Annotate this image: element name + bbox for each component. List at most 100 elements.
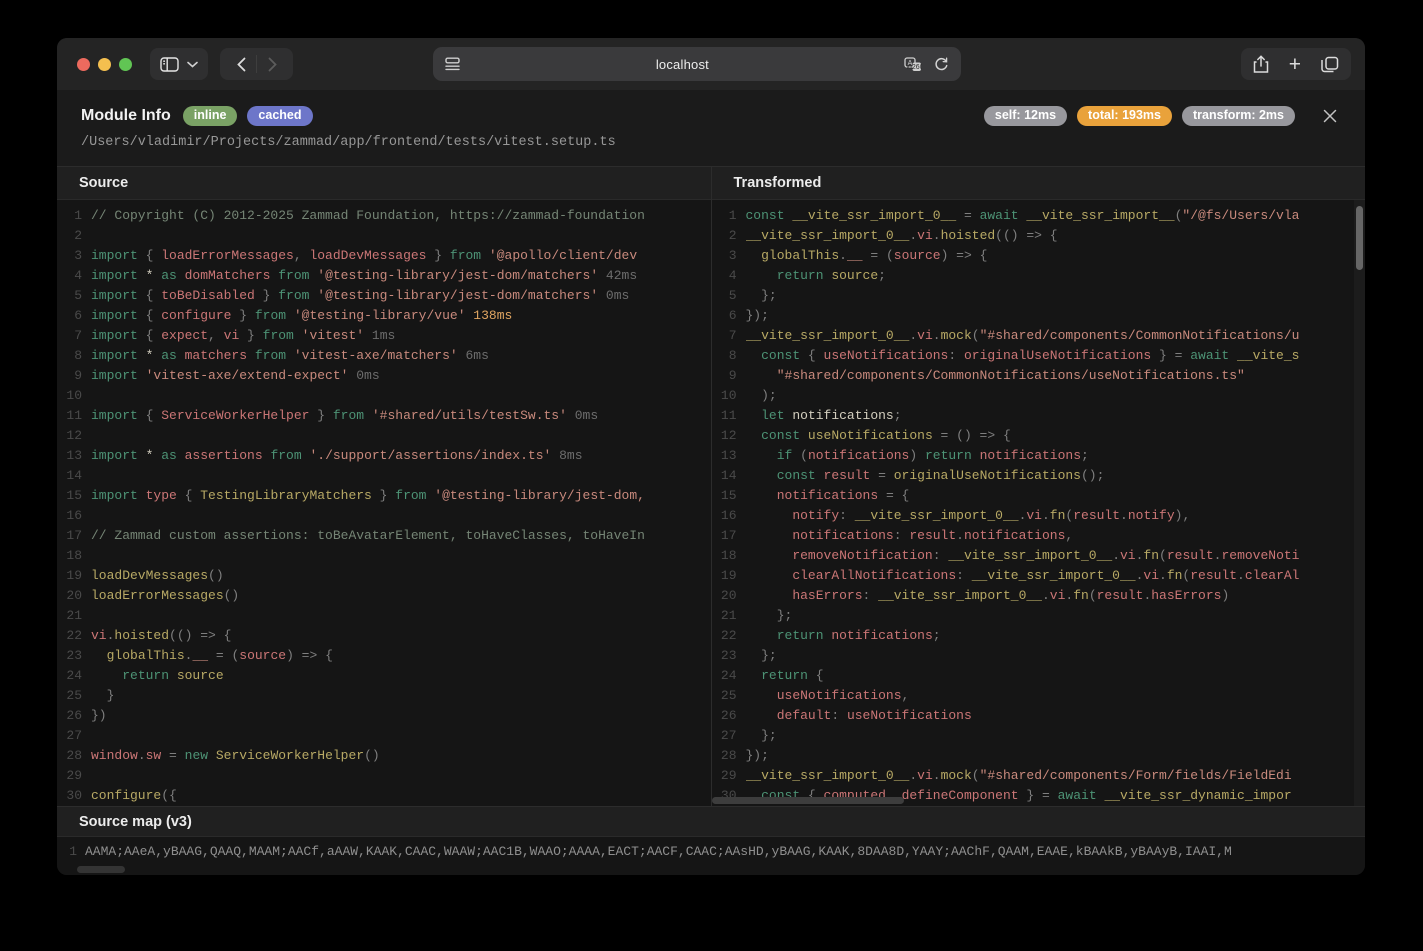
code-line: 16 notify: __vite_ssr_import_0__.vi.fn(r…: [712, 506, 1366, 526]
code-line: 10 );: [712, 386, 1366, 406]
chevron-down-icon: [187, 61, 198, 68]
traffic-lights: [77, 58, 132, 71]
transform-time-badge: transform: 2ms: [1182, 106, 1295, 126]
reader-icon[interactable]: [445, 57, 461, 71]
transformed-panel-title: Transformed: [712, 167, 1366, 200]
tab-overview-icon[interactable]: [1321, 56, 1339, 73]
nav-buttons: [220, 48, 293, 80]
code-line: 28});: [712, 746, 1366, 766]
code-line: 9import 'vitest-axe/extend-expect' 0ms: [57, 366, 711, 386]
code-line: 8 const { useNotifications: originalUseN…: [712, 346, 1366, 366]
sourcemap-title: Source map (v3): [57, 806, 1365, 837]
forward-button[interactable]: [257, 50, 287, 78]
code-line: 27: [57, 726, 711, 746]
reload-icon[interactable]: [934, 57, 949, 72]
code-line: 5import { toBeDisabled } from '@testing-…: [57, 286, 711, 306]
code-line: 18: [57, 546, 711, 566]
code-line: 23 globalThis.__ = (source) => {: [57, 646, 711, 666]
code-line: 9 "#shared/components/CommonNotification…: [712, 366, 1366, 386]
horizontal-scrollbar-thumb[interactable]: [712, 797, 904, 804]
page-title: Module Info: [81, 107, 171, 125]
code-line: 12: [57, 426, 711, 446]
code-line: 1// Copyright (C) 2012-2025 Zammad Found…: [57, 206, 711, 226]
zoom-window-button[interactable]: [119, 58, 132, 71]
code-line: 13 if (notifications) return notificatio…: [712, 446, 1366, 466]
new-tab-icon[interactable]: +: [1289, 54, 1301, 75]
cached-badge: cached: [247, 106, 312, 126]
code-line: 12 const useNotifications = () => {: [712, 426, 1366, 446]
code-line: 21 };: [712, 606, 1366, 626]
code-line: 20loadErrorMessages(): [57, 586, 711, 606]
code-line: 22vi.hoisted(() => {: [57, 626, 711, 646]
code-line: 6import { configure } from '@testing-lib…: [57, 306, 711, 326]
code-line: 2__vite_ssr_import_0__.vi.hoisted(() => …: [712, 226, 1366, 246]
code-line: 7__vite_ssr_import_0__.vi.mock("#shared/…: [712, 326, 1366, 346]
url-text: localhost: [461, 57, 904, 72]
close-panel-button[interactable]: [1319, 105, 1341, 127]
module-info-bar: Module Info inline cached self: 12ms tot…: [57, 90, 1365, 166]
code-line: 6});: [712, 306, 1366, 326]
code-line: 15 notifications = {: [712, 486, 1366, 506]
code-line: 19 clearAllNotifications: __vite_ssr_imp…: [712, 566, 1366, 586]
code-line: 25 }: [57, 686, 711, 706]
code-line: 26}): [57, 706, 711, 726]
code-line: 3 globalThis.__ = (source) => {: [712, 246, 1366, 266]
back-button[interactable]: [226, 50, 256, 78]
inline-badge: inline: [183, 106, 238, 126]
close-window-button[interactable]: [77, 58, 90, 71]
sourcemap-view[interactable]: 1 AAMA;AAeA,yBAAG,QAAQ,MAAM;AACf,aAAW,KA…: [57, 837, 1365, 875]
toolbar-right-buttons: +: [1241, 48, 1351, 80]
total-time-badge: total: 193ms: [1077, 106, 1172, 126]
transformed-code-view[interactable]: 1const __vite_ssr_import_0__ = await __v…: [712, 200, 1366, 806]
code-line: 26 default: useNotifications: [712, 706, 1366, 726]
code-line: 2: [57, 226, 711, 246]
code-line: 23 };: [712, 646, 1366, 666]
address-bar[interactable]: localhost A \u2605: [433, 47, 961, 81]
source-code-view[interactable]: 1// Copyright (C) 2012-2025 Zammad Found…: [57, 200, 711, 806]
code-line: 14 const result = originalUseNotificatio…: [712, 466, 1366, 486]
code-line: 1const __vite_ssr_import_0__ = await __v…: [712, 206, 1366, 226]
code-line: 10: [57, 386, 711, 406]
code-line: 4import * as domMatchers from '@testing-…: [57, 266, 711, 286]
code-line: 24 return source: [57, 666, 711, 686]
code-line: 11import { ServiceWorkerHelper } from '#…: [57, 406, 711, 426]
module-file-path: /Users/vladimir/Projects/zammad/app/fron…: [81, 135, 1341, 150]
svg-text:\u2605: \u2605: [906, 64, 922, 71]
code-line: 20 hasErrors: __vite_ssr_import_0__.vi.f…: [712, 586, 1366, 606]
code-line: 8import * as matchers from 'vitest-axe/m…: [57, 346, 711, 366]
translate-icon[interactable]: A \u2605: [904, 57, 922, 72]
vertical-scrollbar-thumb[interactable]: [1356, 206, 1363, 270]
code-line: 27 };: [712, 726, 1366, 746]
code-line: 30configure({: [57, 786, 711, 806]
code-line: 17 notifications: result.notifications,: [712, 526, 1366, 546]
code-line: 25 useNotifications,: [712, 686, 1366, 706]
minimize-window-button[interactable]: [98, 58, 111, 71]
code-line: 3import { loadErrorMessages, loadDevMess…: [57, 246, 711, 266]
code-line: 5 };: [712, 286, 1366, 306]
code-line: 11 let notifications;: [712, 406, 1366, 426]
code-line: 19loadDevMessages(): [57, 566, 711, 586]
code-line: 16: [57, 506, 711, 526]
vertical-scrollbar-track[interactable]: [1354, 200, 1365, 806]
code-line: 18 removeNotification: __vite_ssr_import…: [712, 546, 1366, 566]
source-panel: Source 1// Copyright (C) 2012-2025 Zamma…: [57, 167, 711, 806]
code-line: 28window.sw = new ServiceWorkerHelper(): [57, 746, 711, 766]
source-panel-title: Source: [57, 167, 711, 200]
code-line: 14: [57, 466, 711, 486]
browser-toolbar: localhost A \u2605: [57, 38, 1365, 90]
sidebar-toggle-button[interactable]: [150, 48, 208, 80]
code-line: 13import * as assertions from './support…: [57, 446, 711, 466]
sidebar-icon: [160, 57, 179, 72]
code-line: 21: [57, 606, 711, 626]
code-line: 24 return {: [712, 666, 1366, 686]
self-time-badge: self: 12ms: [984, 106, 1067, 126]
code-line: 7import { expect, vi } from 'vitest' 1ms: [57, 326, 711, 346]
sourcemap-scrollbar-thumb[interactable]: [77, 866, 125, 873]
code-line: 15import type { TestingLibraryMatchers }…: [57, 486, 711, 506]
share-icon[interactable]: [1253, 55, 1269, 74]
browser-window: localhost A \u2605: [57, 38, 1365, 875]
code-line: 29__vite_ssr_import_0__.vi.mock("#shared…: [712, 766, 1366, 786]
code-line: 17// Zammad custom assertions: toBeAvata…: [57, 526, 711, 546]
transformed-panel: Transformed 1const __vite_ssr_import_0__…: [711, 167, 1366, 806]
code-panels: Source 1// Copyright (C) 2012-2025 Zamma…: [57, 166, 1365, 806]
